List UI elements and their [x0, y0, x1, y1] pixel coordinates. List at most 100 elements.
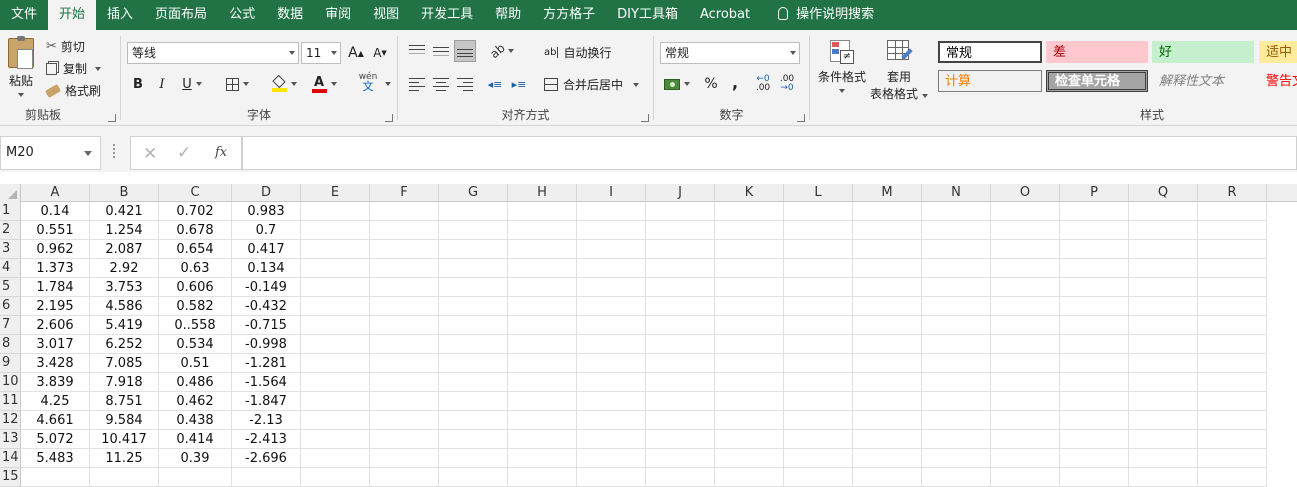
row-header[interactable]: 6: [0, 297, 21, 316]
cell-r9[interactable]: [1198, 354, 1267, 373]
cell-d12[interactable]: -2.13: [232, 411, 301, 430]
align-top-button[interactable]: [406, 40, 428, 62]
cell-m4[interactable]: [853, 259, 922, 278]
cell-f15[interactable]: [370, 468, 439, 487]
cell-c15[interactable]: [159, 468, 232, 487]
cell-f13[interactable]: [370, 430, 439, 449]
tab-menu-8[interactable]: 开发工具: [410, 0, 484, 30]
cell-r8[interactable]: [1198, 335, 1267, 354]
column-header-k[interactable]: K: [715, 184, 784, 202]
tab-menu-4[interactable]: 公式: [218, 0, 266, 30]
cell-h10[interactable]: [508, 373, 577, 392]
cell-i2[interactable]: [577, 221, 646, 240]
cell-c8[interactable]: 0.534: [159, 335, 232, 354]
cell-g10[interactable]: [439, 373, 508, 392]
cell-j7[interactable]: [646, 316, 715, 335]
cell-j6[interactable]: [646, 297, 715, 316]
format-as-table-button[interactable]: 套用 表格格式: [870, 38, 929, 102]
cell-h6[interactable]: [508, 297, 577, 316]
cell-g14[interactable]: [439, 449, 508, 468]
cell-g13[interactable]: [439, 430, 508, 449]
cell-c13[interactable]: 0.414: [159, 430, 232, 449]
cell-n15[interactable]: [922, 468, 991, 487]
cell-p3[interactable]: [1060, 240, 1129, 259]
chevron-down-icon[interactable]: [385, 82, 391, 86]
cell-g6[interactable]: [439, 297, 508, 316]
cell-f12[interactable]: [370, 411, 439, 430]
cell-f7[interactable]: [370, 316, 439, 335]
cell-a2[interactable]: 0.551: [21, 221, 90, 240]
cell-a8[interactable]: 3.017: [21, 335, 90, 354]
formula-bar-grip-icon[interactable]: [113, 144, 115, 158]
column-header-m[interactable]: M: [853, 184, 922, 202]
tell-me-search[interactable]: 操作说明搜索: [767, 0, 885, 30]
cell-c2[interactable]: 0.678: [159, 221, 232, 240]
cell-o8[interactable]: [991, 335, 1060, 354]
cell-p10[interactable]: [1060, 373, 1129, 392]
cell-b6[interactable]: 4.586: [90, 297, 159, 316]
cell-e11[interactable]: [301, 392, 370, 411]
cell-e8[interactable]: [301, 335, 370, 354]
cell-n3[interactable]: [922, 240, 991, 259]
cell-p11[interactable]: [1060, 392, 1129, 411]
cell-k1[interactable]: [715, 202, 784, 221]
cell-h1[interactable]: [508, 202, 577, 221]
cell-j12[interactable]: [646, 411, 715, 430]
cell-h12[interactable]: [508, 411, 577, 430]
cell-k10[interactable]: [715, 373, 784, 392]
cell-p14[interactable]: [1060, 449, 1129, 468]
column-header-g[interactable]: G: [439, 184, 508, 202]
cell-b14[interactable]: 11.25: [90, 449, 159, 468]
cell-n12[interactable]: [922, 411, 991, 430]
cell-m13[interactable]: [853, 430, 922, 449]
number-launcher-icon[interactable]: [797, 114, 805, 122]
cell-j8[interactable]: [646, 335, 715, 354]
cell-n4[interactable]: [922, 259, 991, 278]
cell-o7[interactable]: [991, 316, 1060, 335]
decrease-decimal-button[interactable]: .00 →0: [776, 73, 798, 95]
cell-a9[interactable]: 3.428: [21, 354, 90, 373]
tab-menu-12[interactable]: Acrobat: [689, 0, 761, 30]
cell-c12[interactable]: 0.438: [159, 411, 232, 430]
row-header[interactable]: 2: [0, 221, 21, 240]
cell-c3[interactable]: 0.654: [159, 240, 232, 259]
cell-f10[interactable]: [370, 373, 439, 392]
cell-b15[interactable]: [90, 468, 159, 487]
cell-a15[interactable]: [21, 468, 90, 487]
cell-c6[interactable]: 0.582: [159, 297, 232, 316]
cell-p1[interactable]: [1060, 202, 1129, 221]
italic-button[interactable]: I: [151, 73, 173, 95]
cell-o3[interactable]: [991, 240, 1060, 259]
align-center-button[interactable]: [430, 73, 452, 95]
cell-style-0[interactable]: 常规: [938, 41, 1042, 63]
cell-d7[interactable]: -0.715: [232, 316, 301, 335]
cell-n9[interactable]: [922, 354, 991, 373]
cell-i1[interactable]: [577, 202, 646, 221]
row-header[interactable]: 4: [0, 259, 21, 278]
cell-l1[interactable]: [784, 202, 853, 221]
cell-d3[interactable]: 0.417: [232, 240, 301, 259]
cell-p12[interactable]: [1060, 411, 1129, 430]
cell-a3[interactable]: 0.962: [21, 240, 90, 259]
cell-r15[interactable]: [1198, 468, 1267, 487]
copy-button[interactable]: 复制: [46, 60, 102, 77]
cell-r13[interactable]: [1198, 430, 1267, 449]
font-color-button[interactable]: A: [307, 73, 341, 95]
cell-n8[interactable]: [922, 335, 991, 354]
cell-p6[interactable]: [1060, 297, 1129, 316]
cell-a7[interactable]: 2.606: [21, 316, 90, 335]
cell-j13[interactable]: [646, 430, 715, 449]
cell-e10[interactable]: [301, 373, 370, 392]
cell-o4[interactable]: [991, 259, 1060, 278]
font-launcher-icon[interactable]: [385, 114, 393, 122]
percent-button[interactable]: %: [700, 73, 722, 95]
align-left-button[interactable]: [406, 73, 428, 95]
cell-a11[interactable]: 4.25: [21, 392, 90, 411]
cell-q2[interactable]: [1129, 221, 1198, 240]
cell-p5[interactable]: [1060, 278, 1129, 297]
cell-f8[interactable]: [370, 335, 439, 354]
cell-i11[interactable]: [577, 392, 646, 411]
cell-l10[interactable]: [784, 373, 853, 392]
cut-button[interactable]: ✂ 剪切: [46, 38, 85, 55]
cell-d8[interactable]: -0.998: [232, 335, 301, 354]
